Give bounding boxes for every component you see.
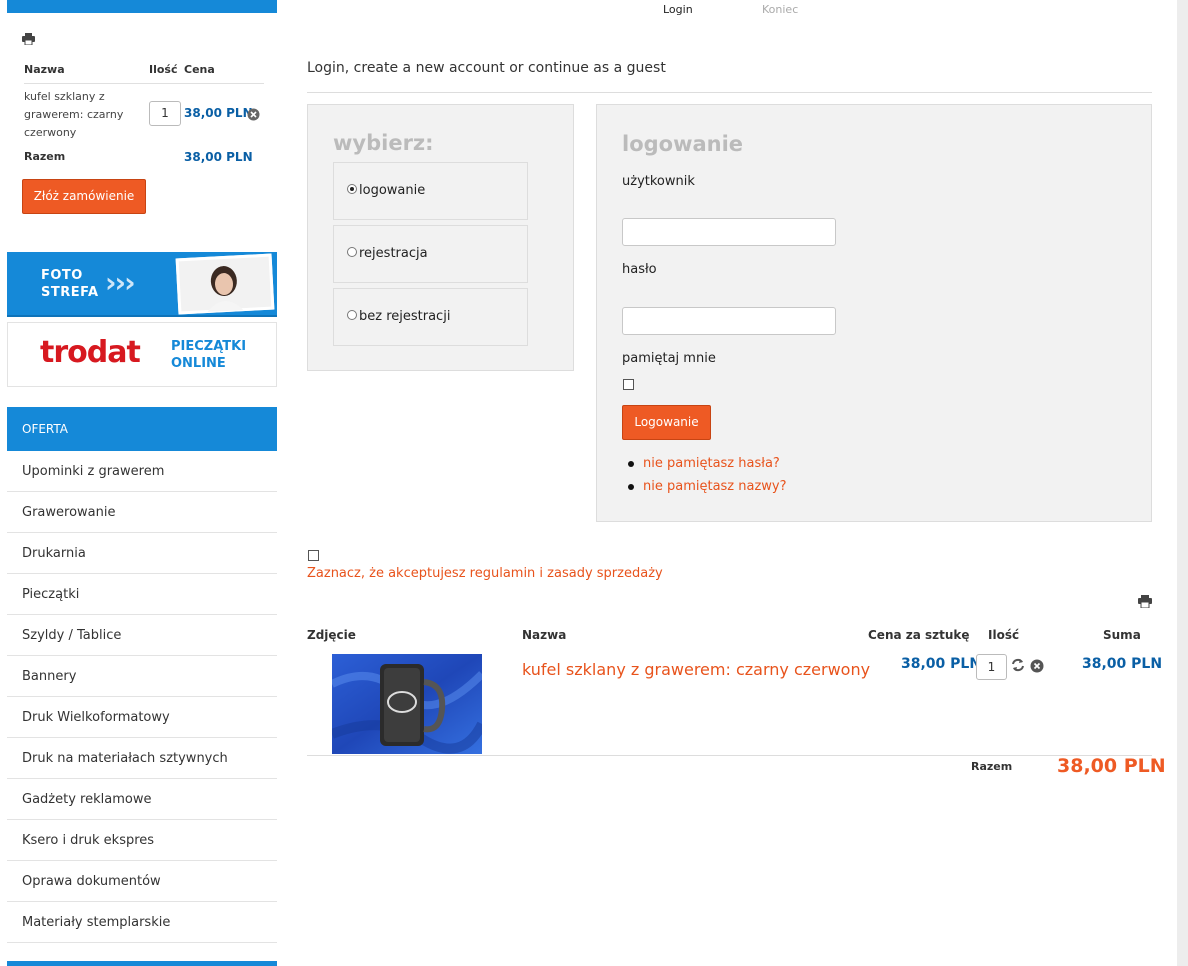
cart-total-label: Razem <box>971 760 1013 773</box>
sidebar: Nazwa Ilość Cena kufel szklany z grawere… <box>7 0 277 966</box>
remember-checkbox[interactable] <box>623 379 634 390</box>
trodat-banner[interactable]: trodat PIECZĄTKI ONLINE <box>7 322 277 387</box>
cart-header-photo: Zdjęcie <box>307 628 356 642</box>
option-label: bez rejestracji <box>359 309 451 324</box>
username-label: użytkownik <box>622 174 695 189</box>
print-icon[interactable] <box>1138 593 1152 612</box>
login-button[interactable]: Logowanie <box>622 405 711 440</box>
sidebar-menu: Upominki z grawerem Grawerowanie Drukarn… <box>7 451 277 943</box>
choose-title: wybierz: <box>333 131 434 155</box>
foto-strefa-banner[interactable]: FOTO STREFA ››› <box>7 252 277 317</box>
option-rejestracja[interactable]: rejestracja <box>333 225 528 283</box>
page: Nazwa Ilość Cena kufel szklany z grawere… <box>0 0 1188 966</box>
username-input[interactable] <box>622 218 836 246</box>
page-title: Login, create a new account or continue … <box>307 60 666 76</box>
radio-logowanie[interactable] <box>347 184 357 194</box>
forgot-password-link[interactable]: nie pamiętasz hasła? <box>628 454 787 477</box>
menu-item-materialy[interactable]: Materiały stemplarskie <box>7 902 277 943</box>
arrows-icon: ››› <box>105 266 136 299</box>
option-bez-rejestracji[interactable]: bez rejestracji <box>333 288 528 346</box>
option-logowanie[interactable]: logowanie <box>333 162 528 220</box>
menu-item-bannery[interactable]: Bannery <box>7 656 277 697</box>
mini-cart-item-name: kufel szklany z grawerem: czarny czerwon… <box>24 90 124 139</box>
product-sum: 38,00 PLN <box>1082 656 1163 672</box>
foto-strefa-text: FOTO STREFA <box>41 267 99 301</box>
trodat-text: PIECZĄTKI ONLINE <box>171 338 246 372</box>
cart-header-unit-price: Cena za sztukę <box>868 628 970 642</box>
forgot-username-link[interactable]: nie pamiętasz nazwy? <box>628 477 787 500</box>
mini-cart-total-value: 38,00 PLN <box>184 150 253 164</box>
refresh-icon[interactable] <box>1011 657 1025 676</box>
menu-item-druk-sztywne[interactable]: Druk na materiałach sztywnych <box>7 738 277 779</box>
sidebar-top-bar <box>7 0 277 13</box>
menu-item-szyldy[interactable]: Szyldy / Tablice <box>7 615 277 656</box>
trodat-line2: ONLINE <box>171 356 226 371</box>
sidebar-bottom-bar <box>7 961 277 966</box>
title-divider <box>307 92 1152 93</box>
cart-total-value: 38,00 PLN <box>1057 755 1166 777</box>
product-unit-price: 38,00 PLN <box>901 656 982 672</box>
cart-header-name: Nazwa <box>522 628 567 642</box>
cart-row-divider <box>307 755 1152 756</box>
product-qty-input[interactable]: 1 <box>976 654 1007 680</box>
radio-bez-rejestracji[interactable] <box>347 310 357 320</box>
menu-item-pieczatki[interactable]: Pieczątki <box>7 574 277 615</box>
product-name-link[interactable]: kufel szklany z grawerem: czarny czerwon… <box>522 660 870 679</box>
scroll-gutter <box>1177 0 1188 966</box>
cart-header-sum: Suma <box>1103 628 1141 642</box>
menu-item-druk-wielkoformatowy[interactable]: Druk Wielkoformatowy <box>7 697 277 738</box>
mini-cart-header: Nazwa Ilość Cena <box>24 60 264 84</box>
place-order-button[interactable]: Złóż zamówienie <box>22 179 146 214</box>
mini-cart-header-qty: Ilość <box>149 63 178 76</box>
menu-item-ksero[interactable]: Ksero i druk ekspres <box>7 820 277 861</box>
mini-cart-header-name: Nazwa <box>24 63 65 76</box>
option-label: logowanie <box>359 183 426 198</box>
password-input[interactable] <box>622 307 836 335</box>
trodat-line1: PIECZĄTKI <box>171 339 247 354</box>
woman-photo-icon <box>207 266 244 312</box>
password-label: hasło <box>622 262 657 277</box>
menu-item-upominki[interactable]: Upominki z grawerem <box>7 451 277 492</box>
remove-icon[interactable] <box>1030 658 1044 677</box>
radio-rejestracja[interactable] <box>347 247 357 257</box>
tos-checkbox[interactable] <box>308 550 319 561</box>
help-links: nie pamiętasz hasła? nie pamiętasz nazwy… <box>628 454 787 500</box>
login-title: logowanie <box>622 132 744 156</box>
remember-label: pamiętaj mnie <box>622 351 716 366</box>
remove-icon[interactable] <box>247 108 260 124</box>
menu-item-gadzety[interactable]: Gadżety reklamowe <box>7 779 277 820</box>
tos-label[interactable]: Zaznacz, że akceptujesz regulamin i zasa… <box>307 566 663 581</box>
cart-header-qty: Ilość <box>988 628 1020 642</box>
menu-item-oprawa[interactable]: Oprawa dokumentów <box>7 861 277 902</box>
choose-panel: wybierz: logowanie rejestracja bez rejes… <box>307 104 574 371</box>
option-label: rejestracja <box>359 246 428 261</box>
menu-item-grawerowanie[interactable]: Grawerowanie <box>7 492 277 533</box>
mini-cart-header-price: Cena <box>184 63 215 76</box>
mini-cart-qty-input[interactable]: 1 <box>149 101 181 126</box>
mini-cart-total-label: Razem <box>24 150 66 163</box>
product-image[interactable] <box>332 654 482 754</box>
foto-strefa-line1: FOTO <box>41 268 83 283</box>
login-panel: logowanie użytkownik hasło pamiętaj mnie… <box>596 104 1152 522</box>
trodat-logo: trodat <box>40 335 141 370</box>
step-login[interactable]: Login <box>663 3 693 16</box>
print-icon[interactable] <box>22 30 35 49</box>
menu-heading: OFERTA <box>7 407 277 451</box>
photo-frame <box>175 253 275 315</box>
mini-cart-item-price: 38,00 PLN <box>184 106 253 120</box>
foto-strefa-line2: STREFA <box>41 285 99 300</box>
menu-item-drukarnia[interactable]: Drukarnia <box>7 533 277 574</box>
step-end: Koniec <box>762 3 799 16</box>
